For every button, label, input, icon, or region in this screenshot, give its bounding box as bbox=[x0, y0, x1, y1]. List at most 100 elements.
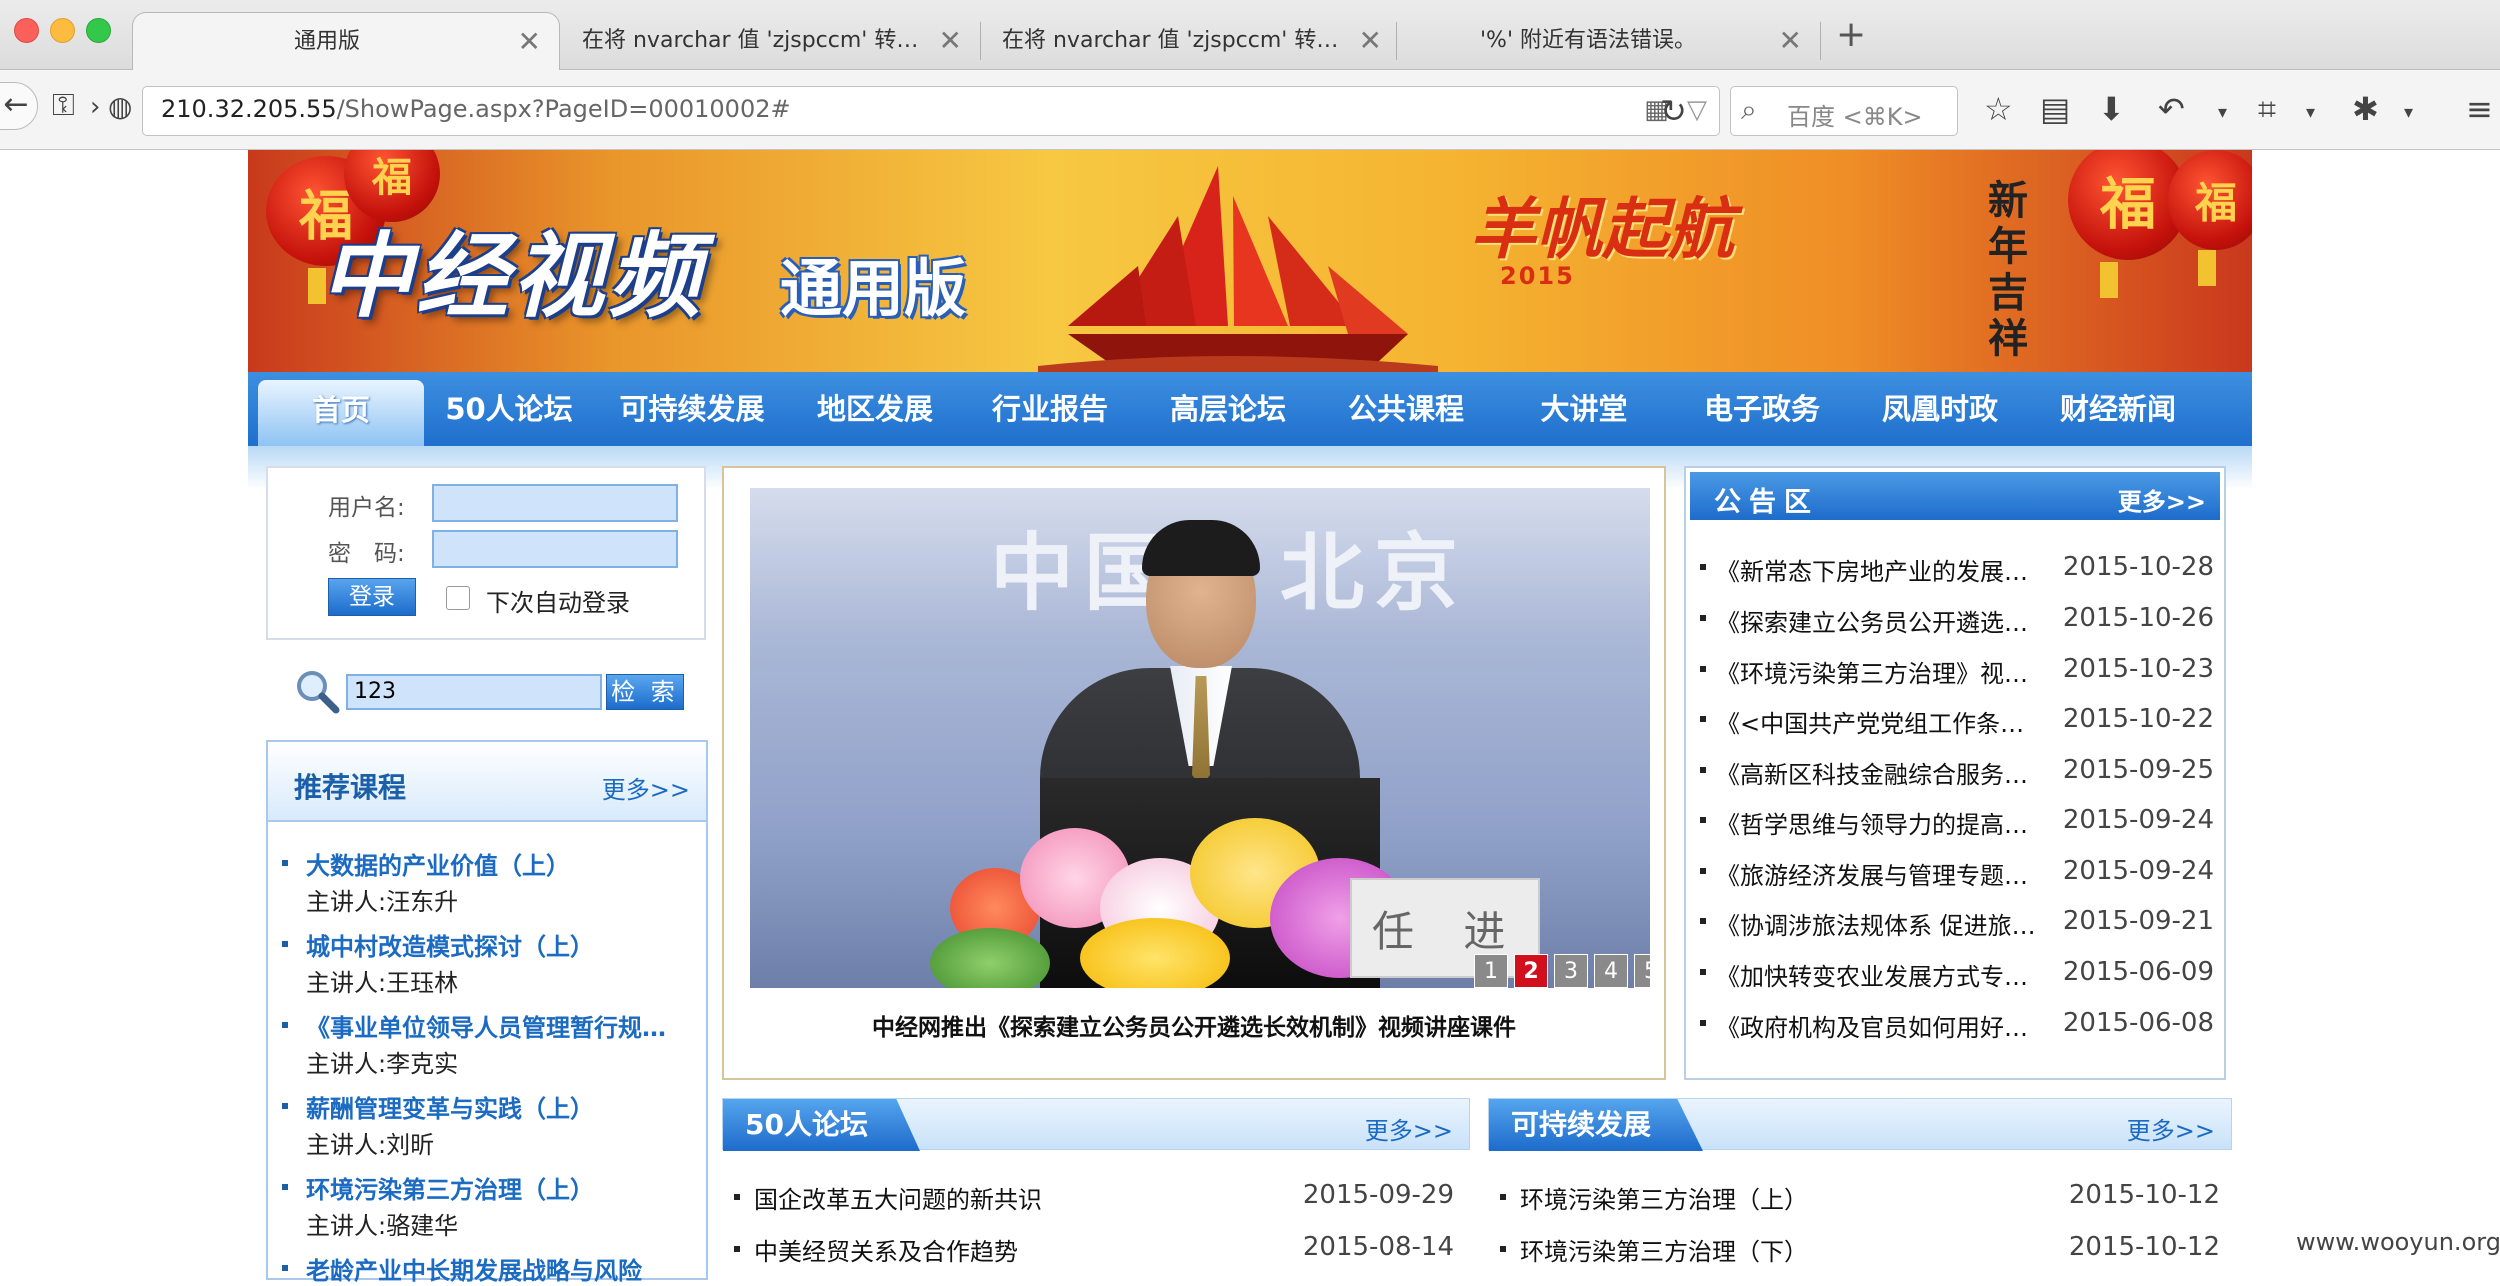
username-input[interactable] bbox=[432, 484, 678, 522]
list-item[interactable]: 环境污染第三方治理（下） 2015-10-12 bbox=[1500, 1230, 2220, 1270]
browser-search-box[interactable]: ⌕ 百度 <⌘K> bbox=[1730, 86, 1958, 136]
nav-item-public-course[interactable]: 公共课程 bbox=[1316, 372, 1496, 446]
announcement-title[interactable]: 《政府机构及官员如何用好微博》 bbox=[1716, 1008, 2046, 1043]
course-title-link[interactable]: 环境污染第三方治理（上） bbox=[306, 1170, 686, 1205]
announcement-title[interactable]: 《加快转变农业发展方式专题》 bbox=[1716, 957, 2046, 992]
announcement-item[interactable]: 《加快转变农业发展方式专题》 2015-06-09 bbox=[1700, 953, 2214, 993]
slide-page-5[interactable]: 5 bbox=[1634, 954, 1650, 988]
list-item-title[interactable]: 环境污染第三方治理（下） bbox=[1520, 1232, 1808, 1267]
slide-page-3[interactable]: 3 bbox=[1554, 954, 1588, 988]
featured-caption-link[interactable]: 中经网推出《探索建立公务员公开遴选长效机制》视频讲座课件 bbox=[724, 1008, 1664, 1042]
announcement-title[interactable]: 《<中国共产党党组工作条例》 bbox=[1716, 704, 2046, 739]
featured-video-panel: 中国 北京 任 进 1 2 3 4 5 中经网推出《探索建立公务员公开遴选长效机… bbox=[722, 466, 1666, 1080]
dropdown-icon[interactable]: ▽ bbox=[1687, 95, 1707, 125]
new-tab-button[interactable]: + bbox=[1836, 14, 1866, 55]
download-icon[interactable]: ⬇ bbox=[2098, 90, 2125, 128]
chevron-down-icon[interactable]: ▾ bbox=[2404, 102, 2413, 123]
announcement-item[interactable]: 《哲学思维与领导力的提高》视频 2015-09-24 bbox=[1700, 801, 2214, 841]
list-item[interactable]: 环境污染第三方治理（上） 2015-10-12 bbox=[1500, 1178, 2220, 1218]
crop-icon[interactable]: ⌗ bbox=[2258, 90, 2276, 129]
slide-page-1[interactable]: 1 bbox=[1474, 954, 1508, 988]
bullet bbox=[1700, 615, 1706, 621]
remember-me-checkbox[interactable] bbox=[446, 586, 470, 610]
list-item-title[interactable]: 环境污染第三方治理（上） bbox=[1520, 1180, 1808, 1215]
course-title-link[interactable]: 城中村改造模式探讨（上） bbox=[306, 927, 686, 962]
menu-icon[interactable]: ≡ bbox=[2466, 90, 2493, 128]
list-item-title[interactable]: 中美经贸关系及合作趋势 bbox=[754, 1232, 1018, 1267]
close-window-button[interactable] bbox=[14, 18, 39, 43]
forward-icon[interactable]: › bbox=[90, 92, 100, 122]
announcement-title[interactable]: 《哲学思维与领导力的提高》视频 bbox=[1716, 805, 2046, 840]
announcement-title[interactable]: 《高新区科技金融综合服务创新》 bbox=[1716, 755, 2046, 790]
announcement-item[interactable]: 《<中国共产党党组工作条例》 2015-10-22 bbox=[1700, 700, 2214, 740]
course-title-link[interactable]: 老龄产业中长期发展战略与风险 bbox=[306, 1251, 686, 1286]
announcement-item[interactable]: 《高新区科技金融综合服务创新》 2015-09-25 bbox=[1700, 751, 2214, 791]
slide-page-4[interactable]: 4 bbox=[1594, 954, 1628, 988]
minimize-window-button[interactable] bbox=[50, 18, 75, 43]
featured-video-thumbnail[interactable]: 中国 北京 任 进 1 2 3 4 5 bbox=[750, 488, 1650, 988]
nav-item-sustainable[interactable]: 可持续发展 bbox=[594, 372, 790, 446]
reload-icon[interactable]: ↻ bbox=[1660, 92, 1687, 130]
announcement-item[interactable]: 《探索建立公务员公开遴选长效机制》 2015-10-26 bbox=[1700, 599, 2214, 639]
announcement-item[interactable]: 《环境污染第三方治理》视频讲座 2015-10-23 bbox=[1700, 650, 2214, 690]
nav-item-phoenix[interactable]: 凤凰时政 bbox=[1852, 372, 2028, 446]
key-icon[interactable]: ⚿ bbox=[52, 88, 75, 123]
nav-item-lecture[interactable]: 大讲堂 bbox=[1496, 372, 1672, 446]
login-button[interactable]: 登录 bbox=[328, 578, 416, 616]
nav-item-home[interactable]: 首页 bbox=[258, 380, 424, 446]
announcement-title[interactable]: 《探索建立公务员公开遴选长效机制》 bbox=[1716, 603, 2046, 638]
announcement-item[interactable]: 《政府机构及官员如何用好微博》 2015-06-08 bbox=[1700, 1004, 2214, 1044]
zoom-window-button[interactable] bbox=[86, 18, 111, 43]
chevron-down-icon[interactable]: ▾ bbox=[2306, 102, 2315, 123]
browser-tab-2[interactable]: 在将 nvarchar 值 'zjspccm' 转换成… ✕ bbox=[560, 12, 980, 70]
announcement-item[interactable]: 《新常态下房地产业的发展趋势》 2015-10-28 bbox=[1700, 548, 2214, 588]
bullet bbox=[1700, 767, 1706, 773]
announcement-title[interactable]: 《新常态下房地产业的发展趋势》 bbox=[1716, 552, 2046, 587]
address-bar[interactable]: 210.32.205.55/ShowPage.aspx?PageID=00010… bbox=[142, 86, 1720, 136]
tab-close-icon[interactable]: ✕ bbox=[518, 13, 541, 71]
browser-tab-3[interactable]: 在将 nvarchar 值 'zjspccm' 转换成… ✕ bbox=[980, 12, 1400, 70]
url-host: 210.32.205.55 bbox=[161, 95, 337, 123]
chevron-down-icon[interactable]: ▾ bbox=[2218, 102, 2227, 123]
tab-close-icon[interactable]: ✕ bbox=[1359, 12, 1382, 70]
more-link[interactable]: 更多>> bbox=[602, 770, 690, 805]
course-title-link[interactable]: 大数据的产业价值（上） bbox=[306, 846, 686, 881]
bullet bbox=[1700, 716, 1706, 722]
announcement-title[interactable]: 《旅游经济发展与管理专题》视频 bbox=[1716, 856, 2046, 891]
globe-icon[interactable]: ◍ bbox=[108, 90, 132, 123]
nav-item-regional[interactable]: 地区发展 bbox=[790, 372, 960, 446]
bug-icon[interactable]: ✱ bbox=[2352, 90, 2379, 128]
password-input[interactable] bbox=[432, 530, 678, 568]
browser-tab-1[interactable]: 通用版 ✕ bbox=[132, 12, 560, 70]
nav-item-50-forum[interactable]: 50人论坛 bbox=[424, 372, 594, 446]
list-item[interactable]: 国企改革五大问题的新共识 2015-09-29 bbox=[734, 1178, 1454, 1218]
course-title-link[interactable]: 薪酬管理变革与实践（上） bbox=[306, 1089, 686, 1124]
nav-item-egov[interactable]: 电子政务 bbox=[1672, 372, 1852, 446]
bullet bbox=[1700, 1020, 1706, 1026]
announcement-title[interactable]: 《协调涉旅法规体系 促进旅游业》 bbox=[1716, 906, 2046, 941]
list-item[interactable]: 中美经贸关系及合作趋势 2015-08-14 bbox=[734, 1230, 1454, 1270]
announcement-item[interactable]: 《旅游经济发展与管理专题》视频 2015-09-24 bbox=[1700, 852, 2214, 892]
slide-page-2[interactable]: 2 bbox=[1514, 954, 1548, 988]
site-search-input[interactable]: 123 bbox=[346, 674, 602, 710]
nav-item-summit[interactable]: 高层论坛 bbox=[1140, 372, 1316, 446]
tab-close-icon[interactable]: ✕ bbox=[939, 12, 962, 70]
undo-icon[interactable]: ↶ bbox=[2158, 90, 2185, 128]
announcement-item[interactable]: 《协调涉旅法规体系 促进旅游业》 2015-09-21 bbox=[1700, 902, 2214, 942]
star-icon[interactable]: ☆ bbox=[1984, 90, 2013, 128]
site-search-button[interactable]: 检 索 bbox=[606, 674, 684, 710]
more-link[interactable]: 更多>> bbox=[2118, 482, 2206, 517]
announcement-title[interactable]: 《环境污染第三方治理》视频讲座 bbox=[1716, 654, 2046, 689]
course-title-link[interactable]: 《事业单位领导人员管理暂行规定》解读 bbox=[306, 1008, 686, 1043]
back-icon[interactable]: ← bbox=[0, 82, 38, 130]
browser-tab-4[interactable]: '%' 附近有语法错误。 ✕ bbox=[1400, 12, 1820, 70]
list-item-title[interactable]: 国企改革五大问题的新共识 bbox=[754, 1180, 1042, 1215]
more-link[interactable]: 更多>> bbox=[2127, 1111, 2215, 1146]
bullet bbox=[734, 1246, 740, 1252]
nav-item-industry[interactable]: 行业报告 bbox=[960, 372, 1140, 446]
reader-icon[interactable]: ▤ bbox=[2040, 90, 2070, 128]
tab-close-icon[interactable]: ✕ bbox=[1779, 12, 1802, 70]
url-text[interactable]: 210.32.205.55/ShowPage.aspx?PageID=00010… bbox=[161, 95, 791, 123]
nav-item-finance[interactable]: 财经新闻 bbox=[2028, 372, 2208, 446]
more-link[interactable]: 更多>> bbox=[1365, 1111, 1453, 1146]
